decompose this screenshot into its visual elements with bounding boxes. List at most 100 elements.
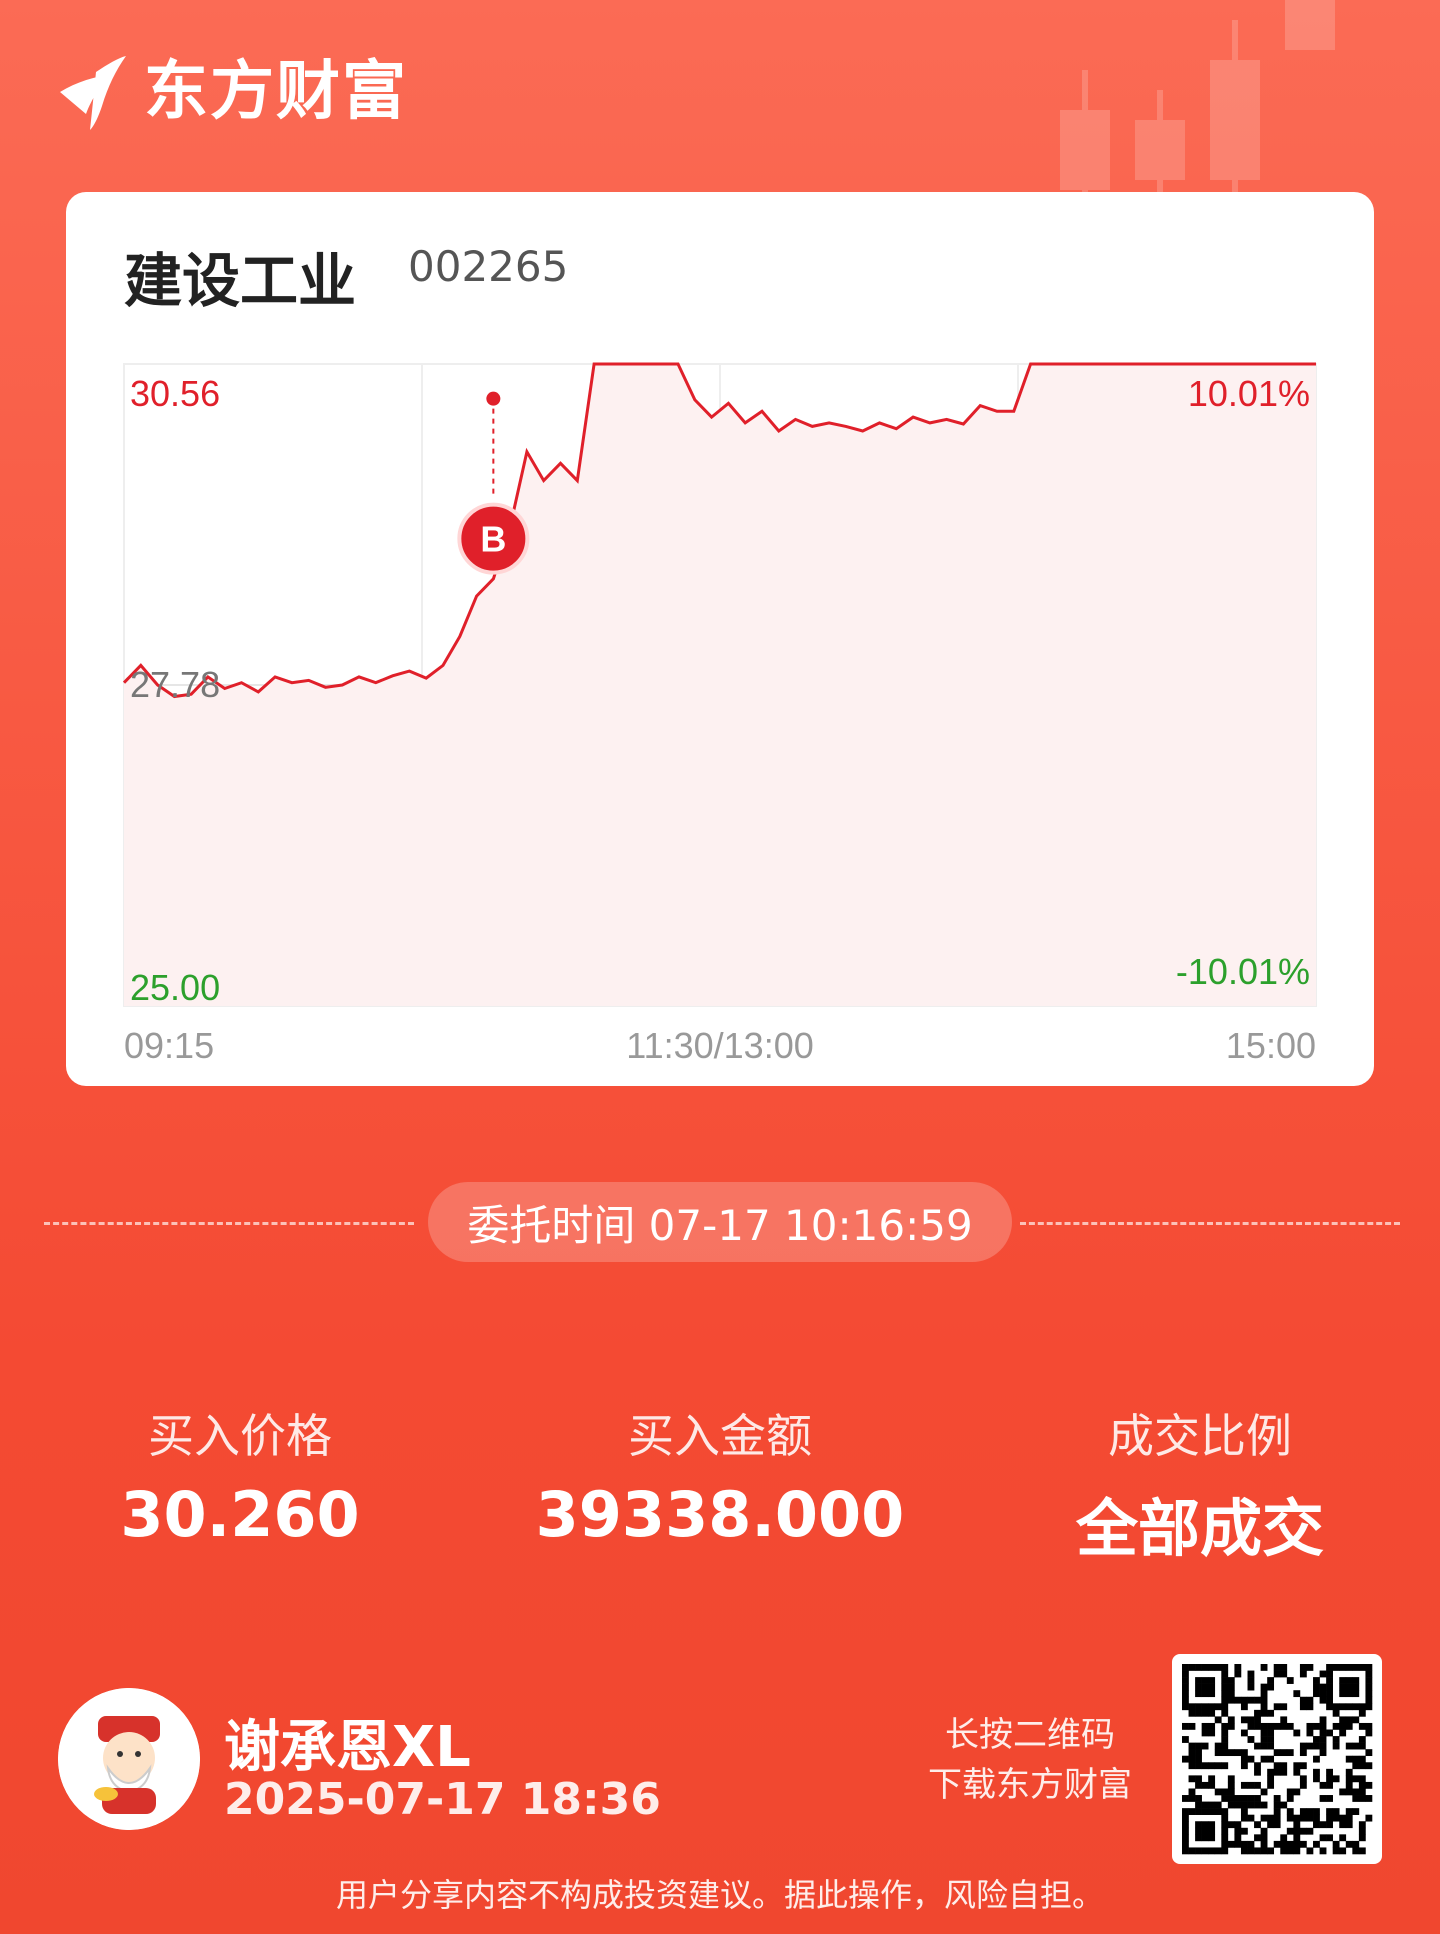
qr-module xyxy=(1306,1696,1314,1704)
qr-module xyxy=(1234,1696,1242,1704)
stat-value: 全部成交 xyxy=(1075,1492,1324,1565)
qr-module xyxy=(1345,1683,1353,1691)
qr-module xyxy=(1201,1801,1209,1809)
qr-module xyxy=(1260,1696,1268,1704)
stock-chart-card[interactable]: 建设工业 002265 30.56 27.78 25.00 10.01% -10.01%… xyxy=(66,192,1374,1086)
qr-module xyxy=(1188,1788,1196,1796)
intraday-price-chart: 30.56 27.78 25.00 10.01% -10.01% 09:15 11:30/1… xyxy=(122,362,1317,1066)
qr-module xyxy=(1260,1736,1268,1743)
qr-module xyxy=(1188,1775,1196,1783)
qr-module xyxy=(1214,1801,1222,1809)
qr-module xyxy=(1286,1847,1294,1855)
qr-module xyxy=(1358,1703,1366,1711)
qr-module xyxy=(1240,1847,1248,1855)
qr-module xyxy=(1267,1683,1275,1691)
qr-module xyxy=(1254,1762,1261,1770)
qr-module xyxy=(1319,1736,1327,1743)
qr-module xyxy=(1182,1821,1189,1829)
qr-module xyxy=(1201,1762,1209,1770)
qr-module xyxy=(1201,1821,1209,1829)
qr-module xyxy=(1326,1729,1333,1737)
qr-module xyxy=(1345,1742,1353,1750)
qr-module xyxy=(1286,1677,1294,1684)
qr-module xyxy=(1188,1722,1196,1730)
qr-module xyxy=(1195,1801,1202,1809)
qr-module xyxy=(1240,1729,1248,1737)
qr-module xyxy=(1188,1703,1196,1711)
qr-module xyxy=(1365,1677,1373,1684)
qr-module xyxy=(1313,1722,1320,1730)
qr-module xyxy=(1254,1795,1261,1802)
qr-module xyxy=(1267,1742,1275,1750)
qr-module xyxy=(1221,1736,1229,1743)
qr-module xyxy=(1286,1788,1294,1796)
qr-module xyxy=(1358,1788,1366,1796)
qr-module xyxy=(1260,1834,1268,1842)
qr-module xyxy=(1221,1808,1229,1815)
qr-module xyxy=(1273,1762,1281,1770)
qr-module xyxy=(1365,1814,1373,1822)
qr-code[interactable] xyxy=(1172,1654,1382,1864)
qr-module xyxy=(1267,1781,1275,1789)
qr-module xyxy=(1260,1755,1268,1763)
qr-module xyxy=(1293,1690,1301,1698)
qr-module xyxy=(1221,1827,1229,1835)
qr-module xyxy=(1247,1814,1255,1822)
user-avatar[interactable] xyxy=(58,1688,200,1830)
brand-logo: 东方财富 xyxy=(56,52,408,132)
qr-module xyxy=(1273,1801,1281,1809)
qr-module xyxy=(1299,1742,1307,1750)
qr-module xyxy=(1332,1840,1340,1848)
qr-module xyxy=(1240,1703,1248,1711)
qr-module xyxy=(1313,1821,1320,1829)
qr-module xyxy=(1339,1729,1347,1737)
qr-module xyxy=(1313,1690,1320,1698)
qr-module xyxy=(1182,1827,1189,1835)
qr-module xyxy=(1293,1834,1301,1842)
qr-module xyxy=(1280,1847,1288,1855)
qr-module xyxy=(1326,1703,1333,1711)
qr-module xyxy=(1221,1834,1229,1842)
qr-module xyxy=(1286,1722,1294,1730)
qr-module xyxy=(1201,1742,1209,1750)
qr-module xyxy=(1313,1775,1320,1783)
qr-module xyxy=(1273,1768,1281,1776)
qr-module xyxy=(1208,1775,1216,1783)
qr-module xyxy=(1306,1729,1314,1737)
qr-module xyxy=(1221,1729,1229,1737)
qr-module xyxy=(1365,1722,1373,1730)
qr-module xyxy=(1280,1768,1288,1776)
qr-module xyxy=(1299,1696,1307,1704)
qr-module xyxy=(1306,1722,1314,1730)
qr-module xyxy=(1306,1664,1314,1671)
qr-module xyxy=(1247,1670,1255,1678)
qr-module xyxy=(1188,1808,1196,1815)
qr-module xyxy=(1214,1716,1222,1724)
qr-module xyxy=(1188,1664,1196,1671)
qr-module xyxy=(1208,1808,1216,1815)
qr-module xyxy=(1260,1703,1268,1711)
qr-module xyxy=(1195,1664,1202,1671)
qr-module xyxy=(1195,1821,1202,1829)
pct-label-top: 10.01% xyxy=(1188,373,1310,414)
qr-module xyxy=(1273,1749,1281,1757)
qr-module xyxy=(1182,1722,1189,1730)
qr-module xyxy=(1293,1827,1301,1835)
qr-module xyxy=(1208,1690,1216,1698)
qr-module xyxy=(1182,1677,1189,1684)
qr-module xyxy=(1352,1664,1360,1671)
qr-module xyxy=(1182,1683,1189,1691)
qr-module xyxy=(1240,1755,1248,1763)
qr-module xyxy=(1208,1821,1216,1829)
qr-module xyxy=(1365,1690,1373,1698)
qr-module xyxy=(1332,1736,1340,1743)
qr-module xyxy=(1201,1683,1209,1691)
qr-module xyxy=(1234,1664,1242,1671)
qr-module xyxy=(1227,1840,1235,1848)
qr-module xyxy=(1260,1742,1268,1750)
qr-module xyxy=(1240,1781,1248,1789)
qr-module xyxy=(1260,1847,1268,1855)
qr-module xyxy=(1227,1821,1235,1829)
qr-module xyxy=(1208,1722,1216,1730)
qr-module xyxy=(1273,1840,1281,1848)
